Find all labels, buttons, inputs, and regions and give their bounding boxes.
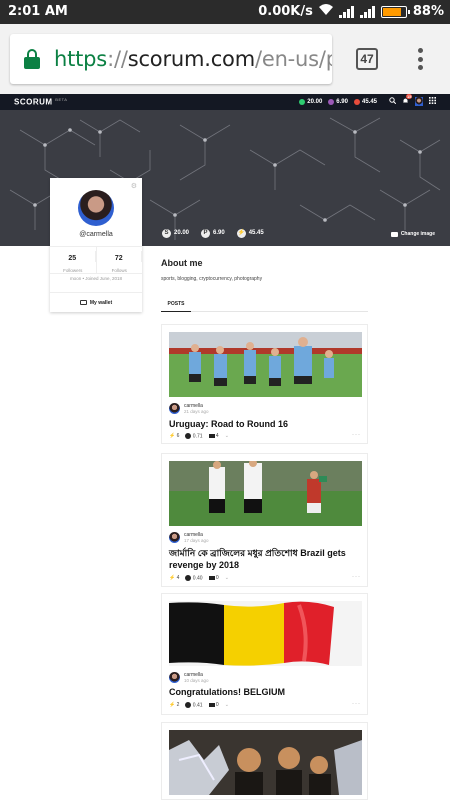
- profile-avatar: [78, 190, 114, 226]
- post-title[interactable]: জার্মানি কে ব্রাজিলের মধুর প্রতিশোধ Braz…: [169, 547, 363, 571]
- nav-balance-sp[interactable]: 6.90: [328, 98, 348, 105]
- author-avatar[interactable]: [169, 532, 180, 543]
- comment-icon: [208, 702, 215, 707]
- address-bar[interactable]: https://scorum.com/en-us/pro: [10, 34, 332, 84]
- power-icon: ⚡: [236, 229, 246, 238]
- chevron-down-icon[interactable]: ⌄: [225, 433, 229, 439]
- search-icon[interactable]: [389, 97, 397, 106]
- lock-icon: [24, 49, 40, 69]
- post-time: 17 days ago: [184, 538, 209, 543]
- post-image-rescued-boys[interactable]: [169, 730, 362, 795]
- profile-username: @carmella: [79, 231, 113, 238]
- post-image-belgium-flag[interactable]: [169, 601, 362, 666]
- wifi-icon: [318, 4, 333, 19]
- author-avatar[interactable]: [169, 403, 180, 414]
- post-time: 10 days ago: [184, 678, 209, 683]
- payout-value: 0.40: [185, 575, 203, 581]
- cover-balance-sp: P 6.90: [201, 229, 225, 238]
- tab-switcher-button[interactable]: 47: [356, 48, 378, 70]
- post-card[interactable]: carmella 21 days ago Uruguay: Road to Rou…: [161, 324, 368, 444]
- post-title[interactable]: Uruguay: Road to Round 16: [169, 418, 363, 430]
- upvote-button[interactable]: ⚡ 4: [169, 575, 179, 581]
- chevron-down-icon[interactable]: ⌄: [225, 575, 229, 581]
- followers-stat[interactable]: 25 Followers: [50, 247, 97, 273]
- post-image-soccer[interactable]: [169, 332, 362, 397]
- post-meta: carmella 21 days ago: [169, 403, 209, 414]
- battery-icon: [380, 5, 410, 18]
- follows-stat[interactable]: 72 Follows: [97, 247, 142, 273]
- comments-count[interactable]: 4: [208, 433, 219, 439]
- more-options-icon[interactable]: ···: [352, 701, 361, 707]
- profile-tabs: POSTS: [161, 296, 368, 312]
- clock: 2:01 AM: [8, 4, 68, 19]
- cover-balance-scr: S 20.00: [162, 229, 189, 238]
- sp-icon: P: [201, 229, 211, 238]
- post-card[interactable]: carmella 10 days ago Congratulations! BEL…: [161, 593, 368, 715]
- post-title[interactable]: Congratulations! BELGIUM: [169, 686, 363, 698]
- camera-icon: [390, 231, 398, 237]
- post-meta: carmella 10 days ago: [169, 672, 209, 683]
- change-image-button[interactable]: Change image: [390, 231, 435, 237]
- coin-icon: [185, 575, 192, 581]
- payout-value: 0.41: [185, 702, 203, 708]
- bolt-icon: ⚡: [169, 575, 176, 582]
- post-card[interactable]: [161, 722, 368, 800]
- scr-icon: S: [162, 229, 171, 238]
- post-time: 21 days ago: [184, 409, 209, 414]
- post-stats: ⚡ 4 0.40 0 ⌄: [169, 575, 229, 581]
- post-meta: carmella 17 days ago: [169, 532, 209, 543]
- post-stats: ⚡ 6 0.71 4 ⌄: [169, 433, 229, 439]
- gear-icon[interactable]: ⚙: [131, 182, 137, 190]
- profile-card: ⚙ @carmella 25 Followers 72 Follows moon…: [50, 178, 142, 312]
- coin-icon: [185, 433, 192, 439]
- comment-icon: [208, 575, 215, 580]
- chevron-down-icon[interactable]: ⌄: [225, 702, 229, 708]
- cover-balances: S 20.00 P 6.90 ⚡ 45.45: [162, 229, 264, 238]
- bolt-icon: ⚡: [169, 702, 176, 709]
- status-bar: 2:01 AM 0.00K/s 88%: [0, 0, 450, 24]
- author-avatar[interactable]: [169, 672, 180, 683]
- url-text: https://scorum.com/en-us/pro: [54, 47, 332, 71]
- my-wallet-button[interactable]: My wallet: [50, 292, 142, 312]
- scr-coin-icon: [299, 98, 306, 105]
- more-options-icon[interactable]: ···: [352, 432, 361, 438]
- comments-count[interactable]: 0: [208, 702, 219, 708]
- follow-stats: 25 Followers 72 Follows: [50, 246, 142, 274]
- notifications-icon[interactable]: 15: [402, 94, 413, 106]
- payout-value: 0.71: [185, 433, 203, 439]
- browser-menu-icon[interactable]: [416, 48, 424, 70]
- comment-icon: [208, 433, 215, 438]
- wallet-icon: [79, 300, 87, 305]
- site-navbar: SCORUM BETA 20.00 6.90 45.45 15: [0, 94, 450, 110]
- coin-icon: [185, 702, 192, 708]
- battery-percent: 88%: [412, 4, 444, 19]
- nav-balance-power[interactable]: 45.45: [353, 98, 377, 105]
- post-stats: ⚡ 2 0.41 0 ⌄: [169, 702, 229, 708]
- nav-balance-scr[interactable]: 20.00: [299, 98, 322, 105]
- signal-icon-2: [359, 5, 375, 18]
- post-image-soccer-2[interactable]: [169, 461, 362, 526]
- upvote-button[interactable]: ⚡ 2: [169, 702, 179, 708]
- post-card[interactable]: carmella 17 days ago জার্মানি কে ব্রাজিলে…: [161, 453, 368, 587]
- comments-count[interactable]: 0: [208, 575, 219, 581]
- user-avatar[interactable]: [415, 97, 423, 106]
- more-options-icon[interactable]: ···: [352, 574, 361, 580]
- about-text: sports, blogging, cryptocurrency, photog…: [161, 276, 263, 282]
- upvote-button[interactable]: ⚡ 6: [169, 433, 179, 439]
- signal-icon: [338, 5, 354, 18]
- network-speed: 0.00K/s: [258, 4, 313, 19]
- notification-badge: 15: [406, 94, 413, 99]
- cover-balance-power: ⚡ 45.45: [236, 229, 264, 238]
- apps-grid-icon[interactable]: [429, 97, 436, 106]
- tab-posts[interactable]: POSTS: [161, 301, 191, 312]
- browser-toolbar: https://scorum.com/en-us/pro 47: [0, 24, 450, 94]
- bolt-icon: ⚡: [169, 433, 176, 440]
- power-coin-icon: [353, 98, 360, 105]
- joined-date: moon • Joined June, 2018: [69, 276, 123, 281]
- about-title: About me: [161, 258, 203, 268]
- sp-coin-icon: [328, 98, 335, 105]
- scorum-logo[interactable]: SCORUM BETA: [14, 97, 67, 107]
